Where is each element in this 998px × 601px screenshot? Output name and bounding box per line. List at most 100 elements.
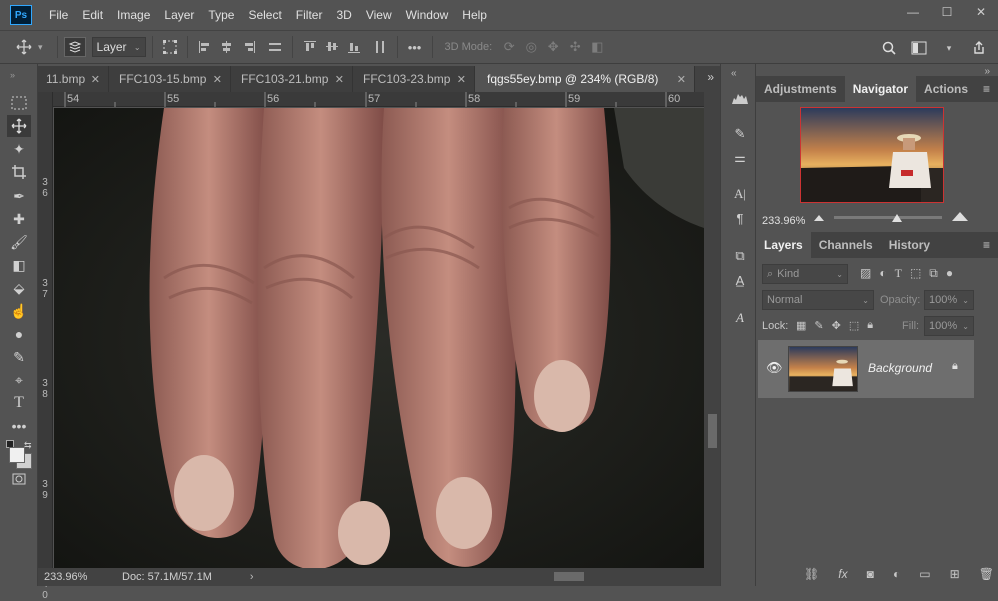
swap-colors-icon[interactable]: ⇆ <box>24 440 32 451</box>
distribute-icon[interactable] <box>264 35 286 59</box>
tab-layers[interactable]: Layers <box>756 232 811 258</box>
menu-help[interactable]: Help <box>455 8 494 22</box>
add-mask-icon[interactable]: ◙ <box>867 567 874 581</box>
histogram-icon[interactable] <box>729 88 751 108</box>
layer-filter-kind[interactable]: ⌕ Kind ⌄ <box>762 264 848 284</box>
align-left-icon[interactable] <box>194 35 216 59</box>
tab-ffc103-15[interactable]: FFC103-15.bmp ✕ <box>109 66 231 92</box>
brush-presets-icon[interactable]: ⚌ <box>729 148 751 168</box>
workspace-icon[interactable] <box>908 36 930 60</box>
workspace-chevron-icon[interactable]: ▾ <box>938 36 960 60</box>
new-group-icon[interactable]: ▭ <box>919 567 930 581</box>
character-styles-icon[interactable]: A̲ <box>729 270 751 290</box>
preset-chevron-icon[interactable]: ▾ <box>38 42 43 53</box>
opacity-field[interactable]: 100% ⌄ <box>924 290 974 310</box>
menu-select[interactable]: Select <box>241 8 288 22</box>
blend-mode-select[interactable]: Normal ⌄ <box>762 290 874 310</box>
menu-file[interactable]: File <box>42 8 75 22</box>
zoom-level[interactable]: 233.96% <box>44 571 114 583</box>
auto-select-dropdown[interactable]: Layer ⌄ <box>91 37 146 57</box>
minimize-button[interactable]: — <box>896 0 930 24</box>
tab-actions[interactable]: Actions <box>916 76 976 102</box>
panel-menu-icon[interactable]: ≡ <box>983 82 990 96</box>
more-options-icon[interactable]: ••• <box>404 35 426 59</box>
share-icon[interactable] <box>968 36 990 60</box>
transform-controls-icon[interactable] <box>159 35 181 59</box>
tab-ffc103-21[interactable]: FFC103-21.bmp ✕ <box>231 66 353 92</box>
character-panel-icon[interactable]: A| <box>729 184 751 204</box>
align-center-icon[interactable] <box>216 35 238 59</box>
lock-pixels-icon[interactable]: ✎ <box>814 319 823 332</box>
paragraph-panel-icon[interactable]: ¶ <box>729 208 751 228</box>
delete-layer-icon[interactable]: 🗑︎ <box>979 567 994 581</box>
close-tab-icon[interactable]: ✕ <box>677 73 686 86</box>
auto-select-icon[interactable] <box>63 37 86 57</box>
fill-field[interactable]: 100% ⌄ <box>924 316 974 336</box>
close-button[interactable]: ✕ <box>964 0 998 24</box>
healing-brush-icon[interactable]: ✚ <box>7 208 31 230</box>
more-tabs-icon[interactable]: » <box>707 70 714 84</box>
menu-edit[interactable]: Edit <box>75 8 110 22</box>
vertical-scrollbar[interactable] <box>704 92 720 568</box>
search-icon[interactable] <box>878 36 900 60</box>
type-filter-icon[interactable]: T <box>895 266 902 281</box>
tab-channels[interactable]: Channels <box>811 232 881 258</box>
pen-tool-icon[interactable]: ✎ <box>7 346 31 368</box>
menu-layer[interactable]: Layer <box>157 8 201 22</box>
filter-toggle-icon[interactable]: ● <box>946 266 953 281</box>
type-tool-icon[interactable]: T <box>7 392 31 414</box>
distribute-vertical-icon[interactable] <box>369 35 391 59</box>
paint-bucket-icon[interactable]: ⬙ <box>7 277 31 299</box>
menu-view[interactable]: View <box>359 8 399 22</box>
close-tab-icon[interactable]: ✕ <box>457 73 466 86</box>
collapse-toolbar-icon[interactable]: » <box>10 70 15 80</box>
lock-artboard-icon[interactable]: ⬚ <box>849 319 859 332</box>
move-tool-preset-icon[interactable] <box>10 35 38 59</box>
panel-menu-icon[interactable]: ≡ <box>983 238 990 252</box>
eraser-icon[interactable]: ◧ <box>7 254 31 276</box>
more-tools-icon[interactable]: ••• <box>7 415 31 437</box>
crop-tool-icon[interactable] <box>7 161 31 183</box>
magic-wand-icon[interactable]: ✦ <box>7 138 31 160</box>
tab-ffc103-23[interactable]: FFC103-23.bmp ✕ <box>353 66 475 92</box>
align-top-icon[interactable] <box>299 35 321 59</box>
close-tab-icon[interactable]: ✕ <box>335 73 344 86</box>
marquee-tool-icon[interactable] <box>7 92 31 114</box>
zoom-in-icon[interactable] <box>952 211 968 221</box>
link-layers-icon[interactable]: ⛓ <box>804 567 819 581</box>
close-tab-icon[interactable]: ✕ <box>213 73 222 86</box>
brush-settings-icon[interactable]: ✎ <box>729 124 751 144</box>
slide-3d-icon[interactable]: ✣ <box>564 35 586 59</box>
zoom-slider[interactable] <box>834 216 942 219</box>
camera-3d-icon[interactable]: ◧ <box>586 35 608 59</box>
status-menu-arrow[interactable]: › <box>250 571 254 583</box>
horizontal-scrollbar-thumb[interactable] <box>554 572 584 581</box>
tab-navigator[interactable]: Navigator <box>844 76 917 102</box>
close-tab-icon[interactable]: ✕ <box>91 73 100 86</box>
dodge-tool-icon[interactable]: ● <box>7 323 31 345</box>
glyphs-panel-icon[interactable]: A <box>729 308 751 328</box>
tab-adjustments[interactable]: Adjustments <box>756 76 845 102</box>
glyphs-icon[interactable]: ⧉ <box>729 246 751 266</box>
navigator-zoom-value[interactable]: 233.96% <box>762 215 805 227</box>
scrollbar-thumb[interactable] <box>708 414 717 448</box>
lock-position-icon[interactable]: ✥ <box>832 319 841 332</box>
new-layer-icon[interactable]: ⊞ <box>950 567 960 581</box>
maximize-button[interactable]: ☐ <box>930 0 964 24</box>
color-swatches[interactable]: ⇆ <box>6 440 34 470</box>
lock-transparency-icon[interactable]: ▦ <box>796 319 806 332</box>
layer-row-background[interactable]: 👁︎ Background 🔒︎ <box>758 340 974 398</box>
tab-11-bmp[interactable]: 11.bmp ✕ <box>38 66 109 92</box>
orbit-3d-icon[interactable]: ⟳ <box>498 35 520 59</box>
menu-type[interactable]: Type <box>201 8 241 22</box>
align-right-icon[interactable] <box>238 35 260 59</box>
zoom-out-icon[interactable] <box>814 214 824 221</box>
shape-filter-icon[interactable]: ⬚ <box>910 266 921 281</box>
adjustment-filter-icon[interactable]: ◐ <box>879 266 886 281</box>
expand-panels-icon[interactable]: « <box>731 68 737 79</box>
menu-filter[interactable]: Filter <box>289 8 330 22</box>
smudge-tool-icon[interactable]: ☝ <box>7 300 31 322</box>
foreground-color-swatch[interactable] <box>9 447 25 463</box>
tab-history[interactable]: History <box>881 232 938 258</box>
align-middle-icon[interactable] <box>321 35 343 59</box>
